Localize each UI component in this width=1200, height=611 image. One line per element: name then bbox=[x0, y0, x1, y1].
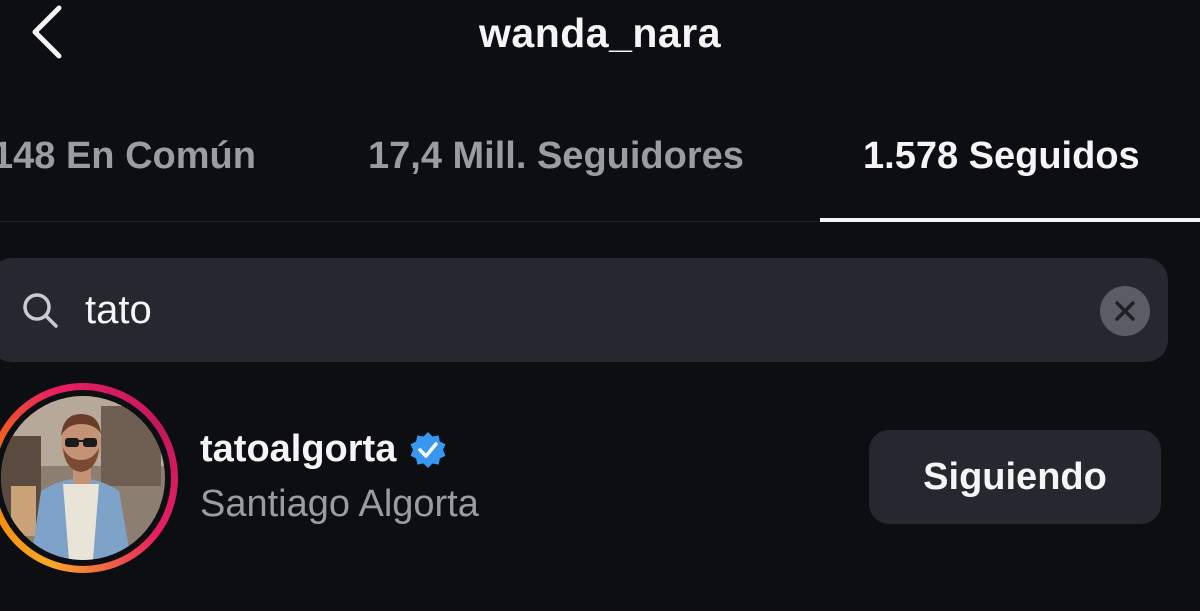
close-icon bbox=[1115, 301, 1135, 321]
avatar bbox=[1, 396, 165, 560]
verified-badge-icon bbox=[410, 431, 446, 468]
search-input[interactable] bbox=[85, 280, 1065, 340]
tab-common[interactable]: 148 En Común bbox=[0, 135, 256, 178]
clear-search-button[interactable] bbox=[1100, 286, 1150, 336]
active-tab-indicator bbox=[820, 218, 1200, 222]
list-item[interactable]: tatoalgorta Santiago Algorta Siguiendo bbox=[0, 380, 1200, 580]
full-name: Santiago Algorta bbox=[200, 483, 479, 525]
search-icon bbox=[23, 293, 58, 328]
username[interactable]: tatoalgorta bbox=[200, 428, 396, 471]
search-bar[interactable] bbox=[0, 258, 1168, 362]
tab-following[interactable]: 1.578 Seguidos bbox=[863, 135, 1140, 178]
tab-followers[interactable]: 17,4 Mill. Seguidores bbox=[368, 135, 744, 178]
following-button[interactable]: Siguiendo bbox=[869, 430, 1161, 524]
story-ring[interactable] bbox=[0, 383, 178, 573]
avatar-photo bbox=[1, 396, 165, 560]
following-list-screen: wanda_nara 148 En Común 17,4 Mill. Segui… bbox=[0, 0, 1200, 611]
page-title: wanda_nara bbox=[479, 10, 721, 56]
tab-bar: 148 En Común 17,4 Mill. Seguidores 1.578… bbox=[0, 135, 1200, 185]
